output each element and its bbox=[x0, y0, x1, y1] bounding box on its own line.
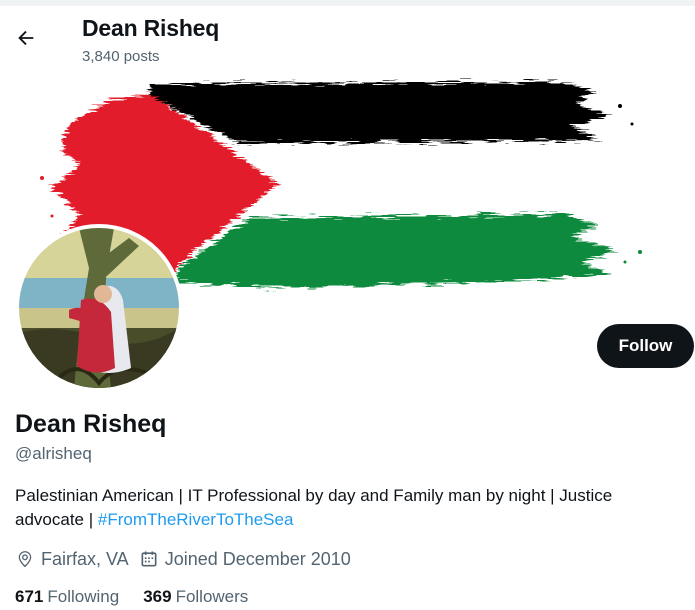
profile-handle: @alrisheq bbox=[15, 444, 92, 463]
avatar-frame bbox=[15, 224, 183, 392]
profile-bio: Palestinian American | IT Professional b… bbox=[15, 484, 680, 532]
posts-count: 3,840 posts bbox=[82, 48, 160, 65]
following-count: 671 bbox=[15, 587, 44, 606]
followers-link[interactable]: 369 Followers bbox=[143, 585, 248, 609]
following-label: Following bbox=[47, 587, 120, 606]
avatar[interactable] bbox=[19, 228, 179, 388]
followers-label: Followers bbox=[175, 587, 249, 606]
location-text: Fairfax, VA bbox=[41, 548, 129, 569]
avatar-painting bbox=[19, 228, 179, 388]
header-title: Dean Risheq bbox=[82, 15, 220, 41]
profile-display-name: Dean Risheq bbox=[15, 410, 167, 438]
followers-count: 369 bbox=[143, 587, 172, 606]
profile-location: Fairfax, VA bbox=[15, 549, 129, 570]
bio-hashtag-link[interactable]: #FromTheRiverToTheSea bbox=[98, 510, 294, 529]
profile-stats: 671 Following 369 Followers bbox=[15, 585, 272, 609]
profile-meta: Fairfax, VA Joined December 2010 bbox=[15, 546, 361, 572]
location-pin-icon bbox=[18, 551, 32, 568]
back-button[interactable] bbox=[8, 20, 44, 56]
calendar-icon bbox=[141, 551, 157, 567]
follow-button[interactable]: Follow bbox=[597, 324, 694, 368]
following-link[interactable]: 671 Following bbox=[15, 585, 119, 609]
joined-text: Joined December 2010 bbox=[164, 548, 351, 569]
profile-joined: Joined December 2010 bbox=[139, 549, 351, 570]
profile-header-bar: Dean Risheq 3,840 posts bbox=[0, 6, 695, 66]
arrow-left-icon bbox=[18, 30, 34, 46]
